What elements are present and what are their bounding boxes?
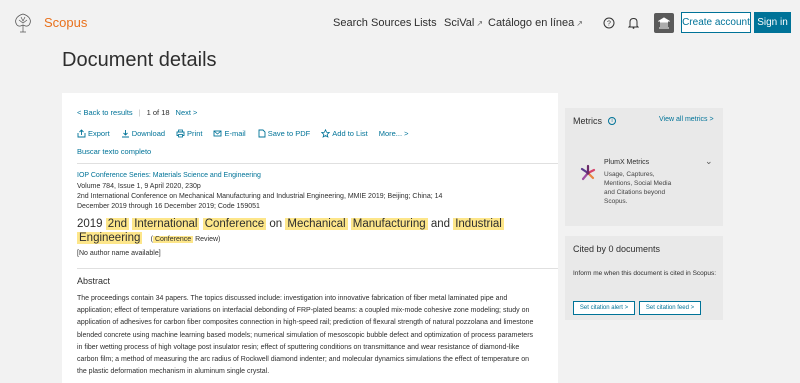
title-word: Manufacturing bbox=[350, 218, 428, 230]
nav-scival[interactable]: SciVal ↗ bbox=[444, 17, 483, 29]
brand-name[interactable]: Scopus bbox=[44, 15, 87, 30]
svg-text:?: ? bbox=[607, 21, 611, 28]
abstract-heading: Abstract bbox=[77, 276, 111, 286]
doc-type-word: Conference bbox=[152, 236, 194, 243]
more-label: More... > bbox=[378, 129, 409, 138]
create-account-button[interactable]: Create account bbox=[681, 12, 751, 33]
find-fulltext-link[interactable]: Buscar texto completo bbox=[77, 147, 151, 156]
chevron-down-icon[interactable]: ⌄ bbox=[705, 156, 713, 167]
next-link[interactable]: Next > bbox=[176, 108, 198, 117]
results-navigation: < Back to results | 1 of 18 Next > bbox=[77, 108, 197, 117]
volume-info: Volume 784, Issue 1, 9 April 2020, 230p bbox=[77, 183, 201, 190]
download-button[interactable]: Download bbox=[121, 129, 165, 138]
title-word: Conference bbox=[202, 218, 267, 230]
title-year: 2019 bbox=[77, 218, 103, 230]
doc-type-rest: Review) bbox=[195, 236, 221, 243]
sign-in-button[interactable]: Sign in bbox=[754, 12, 791, 33]
result-position: 1 of 18 bbox=[146, 108, 170, 117]
institution-icon[interactable] bbox=[654, 13, 674, 33]
plumx-icon bbox=[580, 164, 596, 181]
pdf-icon bbox=[258, 129, 266, 138]
nav-lists[interactable]: Lists bbox=[414, 17, 437, 29]
elsevier-logo-icon[interactable] bbox=[10, 12, 36, 34]
email-label: E-mail bbox=[224, 129, 246, 138]
set-citation-alert-button[interactable]: Set citation alert > bbox=[573, 301, 635, 315]
title-word: and bbox=[430, 218, 450, 230]
divider bbox=[77, 163, 558, 164]
external-link-icon: ↗ bbox=[476, 19, 484, 28]
export-button[interactable]: Export bbox=[77, 129, 110, 138]
download-icon bbox=[121, 130, 129, 138]
title-word: 2nd bbox=[105, 218, 129, 230]
conference-info-line2: December 2019 through 16 December 2019; … bbox=[77, 203, 260, 210]
info-icon[interactable]: i bbox=[608, 117, 616, 125]
abstract-text: The proceedings contain 34 papers. The t… bbox=[77, 295, 534, 376]
title-word: Mechanical bbox=[285, 218, 348, 230]
set-citation-feed-button[interactable]: Set citation feed > bbox=[639, 301, 701, 315]
document-type: (Conference Review) bbox=[151, 236, 221, 243]
cited-by-panel: Cited by 0 documents Inform me when this… bbox=[565, 236, 723, 320]
metrics-title: Metrics bbox=[573, 116, 602, 126]
title-word: Industrial bbox=[453, 218, 504, 230]
export-label: Export bbox=[88, 129, 110, 138]
divider bbox=[77, 268, 558, 269]
source-title-link[interactable]: IOP Conference Series: Materials Science… bbox=[77, 172, 261, 179]
nav-lists-label: Lists bbox=[414, 17, 437, 29]
document-title: 2019 2nd International Conference on Mec… bbox=[77, 217, 507, 247]
page-title: Document details bbox=[62, 49, 217, 71]
title-word: International bbox=[132, 218, 200, 230]
add-to-list-label: Add to List bbox=[332, 129, 368, 138]
separator: | bbox=[138, 108, 141, 117]
nav-catalogo-label: Catálogo en línea bbox=[488, 17, 575, 29]
print-icon bbox=[176, 129, 185, 138]
star-icon bbox=[321, 129, 331, 138]
title-word: Engineering bbox=[77, 232, 143, 244]
nav-search[interactable]: Search bbox=[333, 17, 368, 29]
cited-by-title: Cited by 0 documents bbox=[573, 244, 661, 254]
plumx-description: Usage, Captures, Mentions, Social Media … bbox=[604, 171, 672, 205]
bell-icon[interactable] bbox=[623, 13, 643, 33]
help-icon[interactable]: ? bbox=[599, 13, 619, 33]
document-card: < Back to results | 1 of 18 Next > Expor… bbox=[62, 93, 558, 383]
save-to-pdf-button[interactable]: Save to PDF bbox=[257, 129, 311, 138]
email-icon bbox=[214, 130, 222, 137]
nav-catalogo[interactable]: Catálogo en línea ↗ bbox=[488, 17, 583, 29]
more-button[interactable]: More... > bbox=[379, 129, 409, 138]
nav-scival-label: SciVal bbox=[444, 17, 475, 29]
metrics-panel: Metrics i View all metrics > PlumX Metri… bbox=[565, 108, 723, 226]
download-label: Download bbox=[131, 129, 166, 138]
back-to-results-link[interactable]: < Back to results bbox=[77, 108, 133, 117]
nav-sources[interactable]: Sources bbox=[371, 17, 411, 29]
author-list: [No author name available] bbox=[77, 250, 161, 257]
print-button[interactable]: Print bbox=[176, 129, 202, 138]
export-icon bbox=[77, 129, 86, 138]
add-to-list-button[interactable]: Add to List bbox=[321, 129, 368, 138]
external-link-icon: ↗ bbox=[576, 19, 583, 28]
print-label: Print bbox=[187, 129, 203, 138]
save-to-pdf-label: Save to PDF bbox=[267, 129, 311, 138]
cited-by-text: Inform me when this document is cited in… bbox=[573, 270, 717, 277]
email-button[interactable]: E-mail bbox=[213, 129, 246, 138]
top-bar: Scopus Search Sources Lists SciVal ↗ Catá… bbox=[0, 0, 800, 46]
view-all-metrics-link[interactable]: View all metrics > bbox=[659, 116, 714, 123]
document-toolbar: Export Download Print E-mail Save to PDF… bbox=[77, 129, 409, 138]
title-word: on bbox=[269, 218, 283, 230]
conference-info-line1: 2nd International Conference on Mechanic… bbox=[77, 193, 443, 200]
plumx-title: PlumX Metrics bbox=[604, 159, 650, 166]
